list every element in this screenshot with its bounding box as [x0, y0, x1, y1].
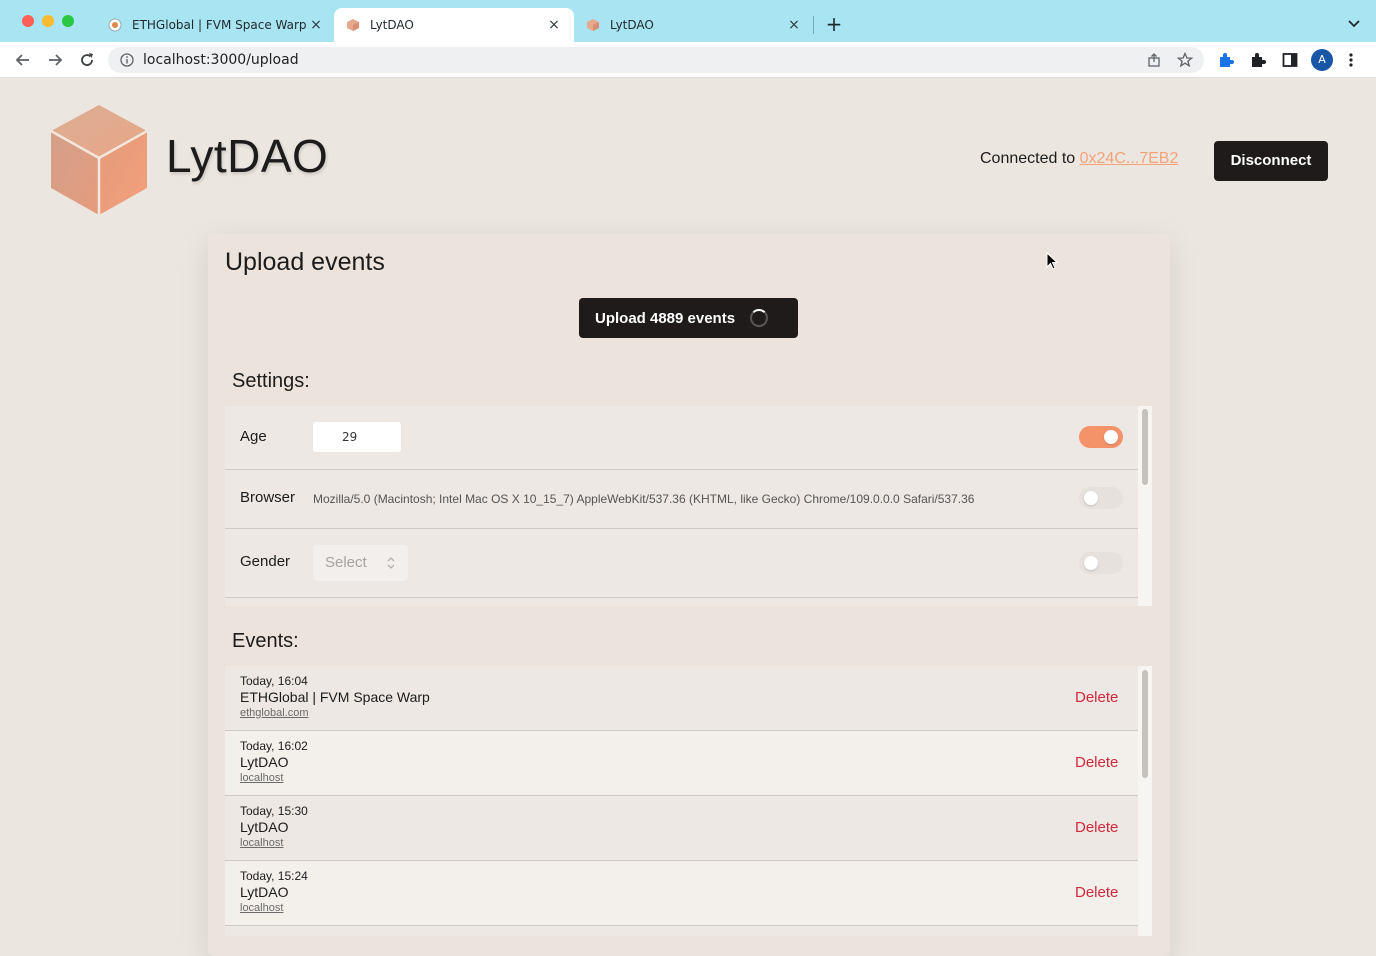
loading-spinner-icon [750, 309, 768, 327]
event-link[interactable]: localhost [240, 772, 283, 784]
event-row: Today, 16:02 LytDAO localhost Delete [225, 731, 1138, 796]
toggle-knob [1104, 430, 1118, 444]
events-list: Today, 16:04 ETHGlobal | FVM Space Warp … [225, 666, 1152, 936]
lytdao-favicon [587, 19, 599, 31]
lytdao-logo-cube [50, 105, 148, 215]
url-text: localhost:3000/upload [143, 52, 299, 68]
side-panel-icon[interactable] [1281, 51, 1299, 69]
brand-name: LytDAO [166, 130, 329, 182]
tab-lytdao-active[interactable]: LytDAO × [334, 8, 574, 42]
event-row: Today, 16:04 ETHGlobal | FVM Space Warp … [225, 666, 1138, 731]
age-input[interactable]: 29 [313, 422, 401, 452]
browser-share-toggle[interactable] [1079, 487, 1123, 509]
gender-select-placeholder: Select [325, 554, 367, 571]
connected-label: Connected to [980, 150, 1080, 167]
tab-title: LytDAO [610, 18, 654, 32]
browser-tab-bar: ETHGlobal | FVM Space Warp × LytDAO × Ly… [0, 0, 1376, 42]
forward-icon[interactable] [45, 50, 65, 70]
disconnect-button[interactable]: Disconnect [1214, 141, 1328, 181]
age-share-toggle[interactable] [1079, 426, 1123, 448]
lytdao-favicon [347, 19, 359, 31]
extension-puzzle-blue-icon[interactable] [1217, 51, 1235, 69]
select-arrows-icon [387, 557, 395, 569]
setting-row-gender: Gender Select [225, 529, 1138, 598]
event-row: Today, 15:30 LytDAO localhost Delete [225, 796, 1138, 861]
event-row-partial [225, 926, 1138, 936]
settings-list: Age 29 Browser Mozilla/5.0 (Macintosh; I… [225, 406, 1152, 606]
event-row: Today, 15:24 LytDAO localhost Delete [225, 861, 1138, 926]
tab-title: ETHGlobal | FVM Space Warp [132, 18, 307, 32]
event-link[interactable]: localhost [240, 837, 283, 849]
tab-title: LytDAO [370, 18, 414, 32]
event-delete-button[interactable]: Delete [1075, 754, 1118, 771]
browser-toolbar: localhost:3000/upload A [0, 42, 1376, 78]
browser-label: Browser [240, 489, 296, 506]
upload-events-button[interactable]: Upload 4889 events [579, 298, 798, 338]
events-scrollbar[interactable] [1138, 666, 1152, 936]
tab-ethglobal[interactable]: ETHGlobal | FVM Space Warp × [96, 8, 336, 42]
settings-scrollbar-thumb[interactable] [1142, 409, 1148, 485]
event-time: Today, 16:02 [240, 739, 308, 753]
wallet-address-link[interactable]: 0x24C...7EB2 [1080, 150, 1179, 167]
setting-row-browser: Browser Mozilla/5.0 (Macintosh; Intel Ma… [225, 470, 1138, 529]
settings-scrollbar[interactable] [1138, 406, 1152, 606]
event-time: Today, 16:04 [240, 674, 308, 688]
window-zoom-button[interactable] [62, 15, 74, 27]
upload-button-label: Upload 4889 events [595, 309, 736, 327]
event-link[interactable]: ethglobal.com [240, 707, 309, 719]
back-icon[interactable] [13, 50, 33, 70]
tab-close-icon[interactable]: × [786, 17, 802, 33]
event-link[interactable]: localhost [240, 902, 283, 914]
window-close-button[interactable] [22, 15, 34, 27]
share-icon[interactable] [1146, 52, 1162, 68]
gender-label: Gender [240, 553, 291, 570]
event-title: LytDAO [240, 819, 289, 835]
event-delete-button[interactable]: Delete [1075, 884, 1118, 901]
tab-close-icon[interactable]: × [546, 17, 562, 33]
profile-avatar[interactable]: A [1311, 49, 1333, 71]
info-icon[interactable] [120, 53, 134, 67]
chevron-down-icon[interactable] [1344, 12, 1364, 36]
age-label: Age [240, 428, 267, 445]
tab-separator [813, 16, 814, 34]
setting-row-next [225, 598, 1138, 606]
extensions-icon[interactable] [1249, 51, 1267, 69]
event-title: LytDAO [240, 754, 289, 770]
events-scrollbar-thumb[interactable] [1142, 670, 1148, 778]
window-minimize-button[interactable] [42, 15, 54, 27]
ethglobal-favicon [108, 18, 122, 32]
setting-row-age: Age 29 [225, 406, 1138, 470]
browser-user-agent: Mozilla/5.0 (Macintosh; Intel Mac OS X 1… [313, 492, 975, 506]
star-icon[interactable] [1177, 52, 1193, 68]
upload-card: Upload events Upload 4889 events Setting… [208, 234, 1170, 956]
tab-lytdao[interactable]: LytDAO × [574, 8, 814, 42]
connection-status: Connected to 0x24C...7EB2 [980, 150, 1178, 168]
new-tab-button[interactable]: + [824, 12, 844, 36]
reload-icon[interactable] [77, 50, 97, 70]
event-delete-button[interactable]: Delete [1075, 819, 1118, 836]
address-bar[interactable]: localhost:3000/upload [108, 47, 1204, 73]
page-title: Upload events [225, 248, 385, 276]
event-time: Today, 15:30 [240, 804, 308, 818]
events-heading: Events: [232, 630, 299, 652]
tab-close-icon[interactable]: × [308, 17, 324, 33]
toggle-knob [1084, 556, 1098, 570]
event-time: Today, 15:24 [240, 869, 308, 883]
event-title: ETHGlobal | FVM Space Warp [240, 689, 430, 705]
gender-select[interactable]: Select [313, 545, 408, 581]
event-title: LytDAO [240, 884, 289, 900]
toggle-knob [1084, 491, 1098, 505]
gender-share-toggle[interactable] [1079, 552, 1123, 574]
page-content: LytDAO Connected to 0x24C...7EB2 Disconn… [0, 79, 1376, 956]
event-delete-button[interactable]: Delete [1075, 689, 1118, 706]
mouse-cursor-icon [1046, 252, 1058, 270]
settings-heading: Settings: [232, 370, 310, 392]
kebab-menu-icon[interactable] [1346, 51, 1356, 69]
